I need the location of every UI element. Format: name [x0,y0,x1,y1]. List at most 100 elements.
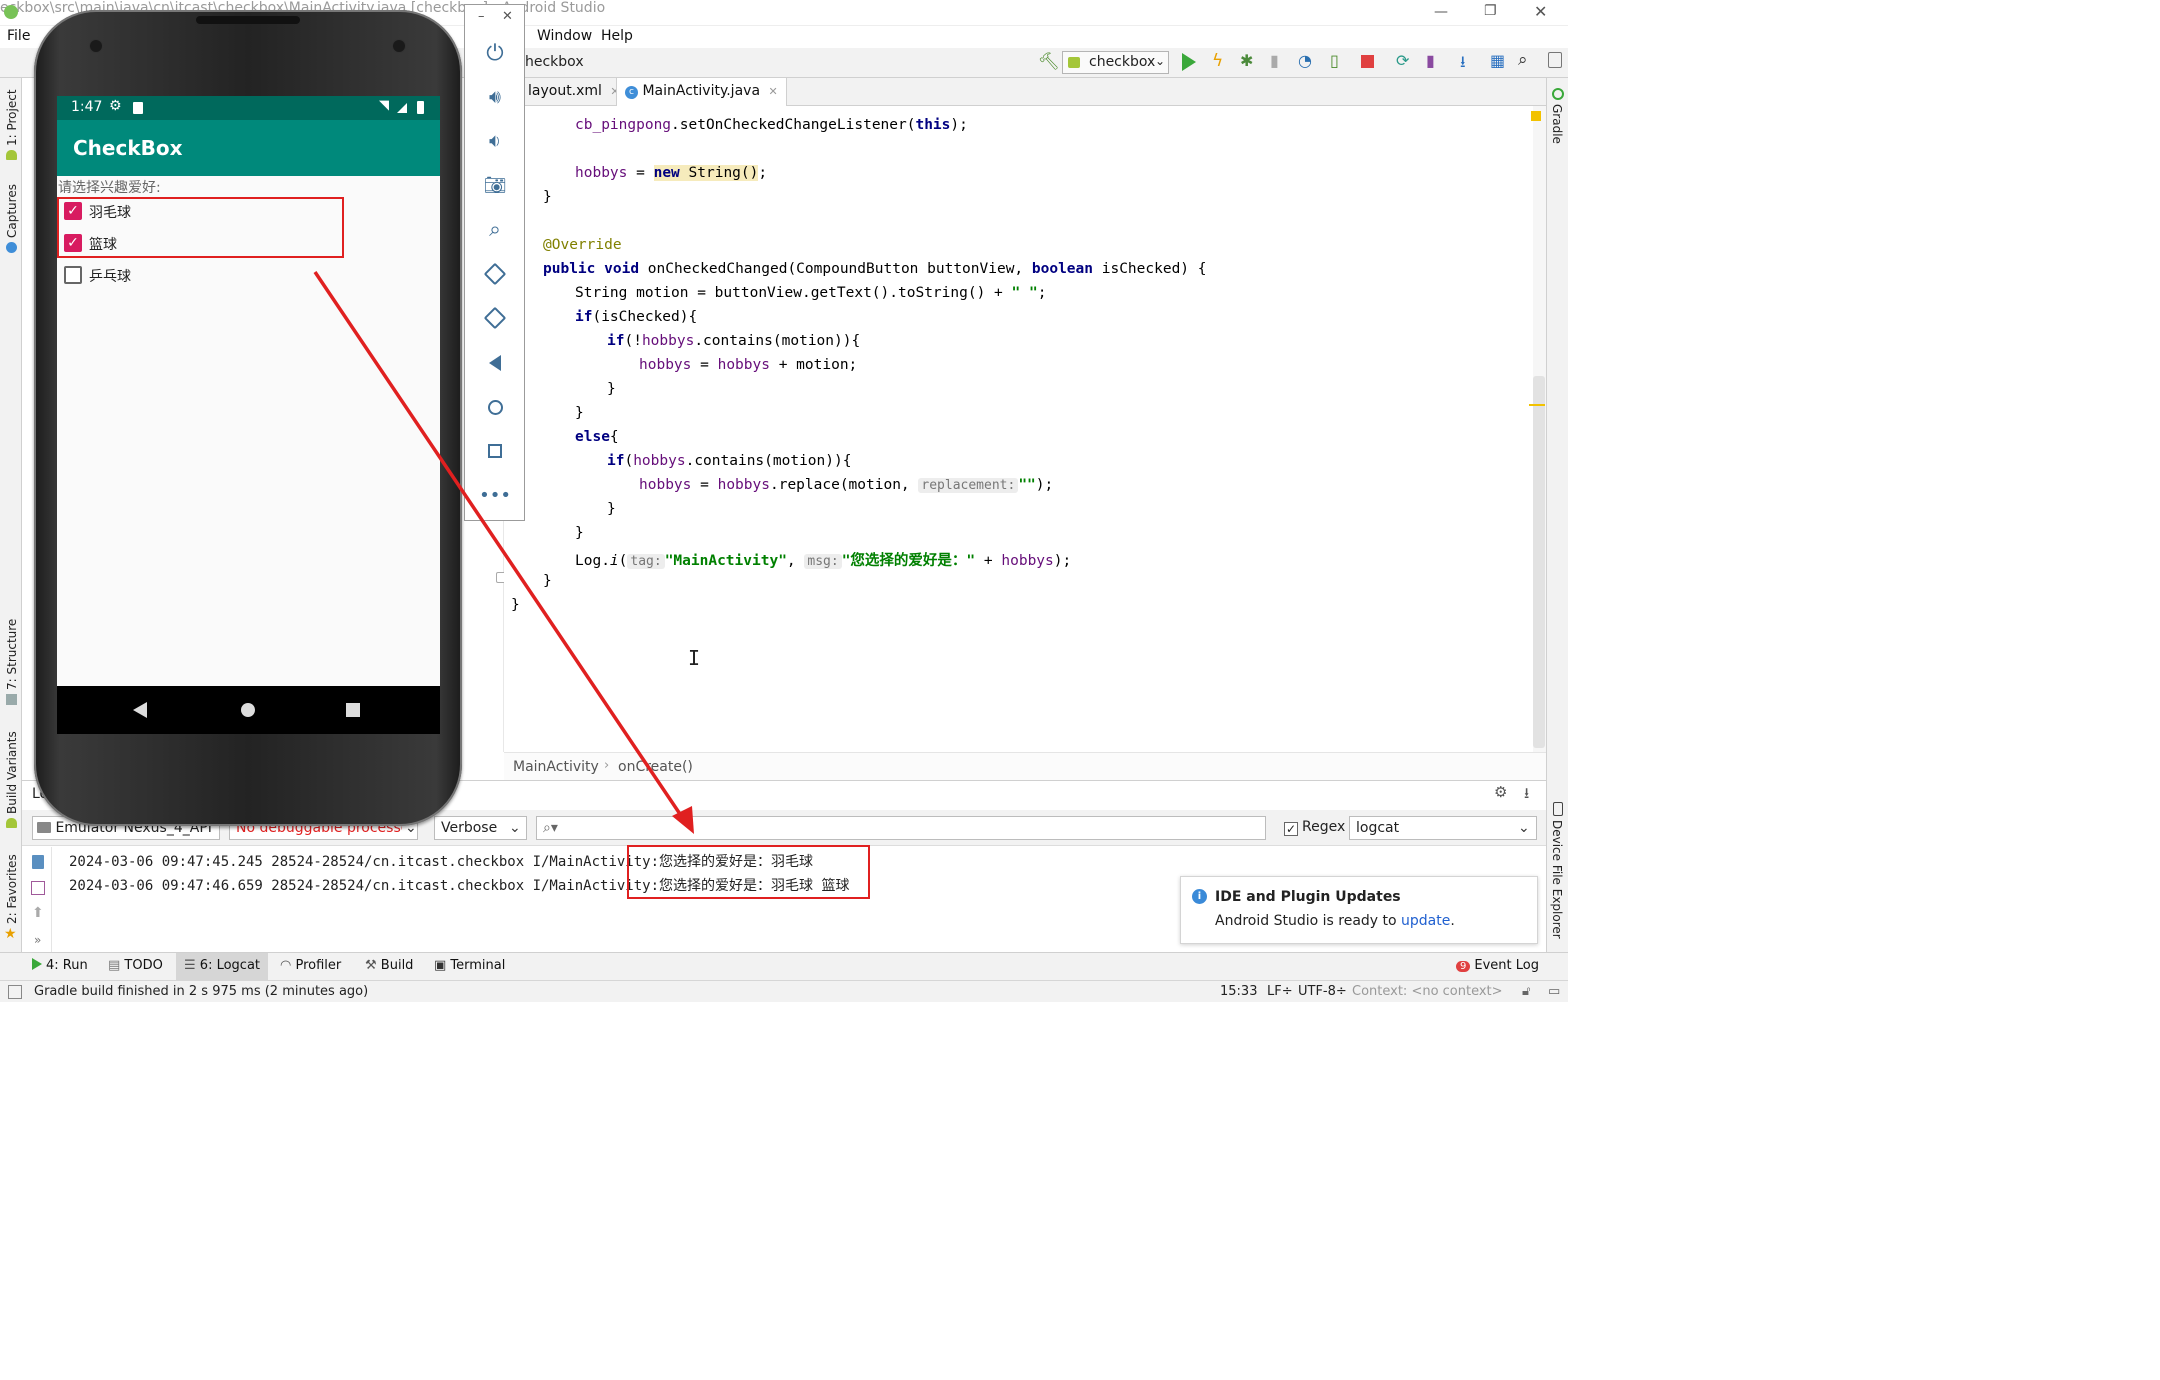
clear-logcat-icon[interactable] [32,855,44,869]
settings-icon: ⚙ [109,98,122,114]
rotate-left-icon[interactable] [483,262,507,286]
back-nav-icon[interactable] [133,702,147,718]
zoom-icon[interactable]: ⌕ [483,217,507,241]
event-log-tab[interactable]: 9 Event Log [1456,958,1539,973]
code-line: } [607,501,616,517]
layout-toggle-icon[interactable] [8,985,22,999]
chevron-down-icon: ⌄ [1155,54,1166,68]
update-notification[interactable]: i IDE and Plugin Updates Android Studio … [1180,876,1538,944]
breadcrumb-class[interactable]: MainActivity [513,759,599,775]
tab-label: layout.xml [528,83,602,99]
notification-body: Android Studio is ready to update. [1215,913,1455,929]
scroll-thumb[interactable] [1533,376,1545,748]
breadcrumb-method[interactable]: onCreate() [618,759,693,775]
update-link[interactable]: update [1401,913,1450,929]
avd-manager-icon[interactable]: ▮ [1426,51,1435,70]
attach-icon[interactable]: ▮ [1270,51,1279,70]
todo-tab[interactable]: ▤ TODO [108,958,163,973]
info-icon: i [1192,889,1207,904]
restore-icon[interactable]: ❐ [1484,3,1497,19]
search-icon: ⌕▾ [543,820,558,836]
apply-changes-icon[interactable]: ϟ [1212,51,1223,71]
menu-window[interactable]: Window [537,28,592,44]
close-tab-icon[interactable]: ✕ [768,85,777,98]
structure-panel-tab[interactable]: 7: Structure [5,619,19,690]
file-encoding[interactable]: UTF-8÷ [1298,984,1347,999]
overview-shape [488,444,502,458]
lock-icon[interactable]: 🔓︎ [1522,984,1530,999]
phone-nav-bar [57,686,440,734]
hobby-checkbox-pingpong[interactable] [64,266,82,284]
more-icon[interactable]: » [34,933,41,947]
rotate-shape [483,306,507,330]
tab-layout-xml[interactable]: layout.xml ✕ [520,78,628,106]
scroll-to-end-icon[interactable] [31,881,45,895]
home-nav-icon[interactable] [241,703,255,717]
minimize-icon[interactable]: — [1434,4,1448,20]
profile-icon[interactable]: ◔ [1298,51,1312,70]
back-icon[interactable] [483,351,507,375]
android-icon [6,818,17,828]
search-icon[interactable]: ⌕ [1518,50,1528,70]
assistant-icon[interactable] [1548,52,1562,68]
logcat-tab[interactable]: ☰ 6: Logcat [176,953,269,980]
favorites-panel-tab[interactable]: 2: Favorites [5,854,19,924]
home-icon[interactable] [483,395,507,419]
project-panel-tab[interactable]: 1: Project [5,89,19,146]
regex-checkbox[interactable]: ✓ [1284,822,1298,836]
menu-help[interactable]: Help [601,28,633,44]
code-editor[interactable]: cb_pingpong.setOnCheckedChangeListener(t… [504,106,1533,752]
log-level-select[interactable]: Verbose ⌄ [434,816,527,840]
camera-icon[interactable]: 📷︎ [483,173,507,197]
terminal-tab[interactable]: ▣ Terminal [434,958,505,973]
sdk-manager-icon[interactable]: ⭳ [1460,51,1466,78]
hammer-icon[interactable]: 🔨︎ [1038,52,1060,72]
debug-icon[interactable]: ✱ [1240,51,1253,70]
android-config-icon [1068,57,1080,68]
power-icon[interactable]: ⏻ [483,41,507,66]
line-separator[interactable]: LF÷ [1267,984,1293,999]
build-variants-panel-tab[interactable]: Build Variants [5,731,19,814]
editor-scrollbar[interactable] [1529,106,1546,752]
logcat-filter-select[interactable]: logcat ⌄ [1349,816,1537,840]
rotate-right-icon[interactable] [483,306,507,330]
volume-down-icon[interactable]: 🔉︎ [483,129,507,153]
recents-nav-icon[interactable] [346,703,360,717]
profiler-tab[interactable]: ◠ Profiler [280,958,341,973]
logcat-search-input[interactable] [567,818,1257,838]
build-tab[interactable]: ⚒ Build [365,958,413,973]
tab-main-activity[interactable]: c MainActivity.java ✕ [616,78,787,107]
sync-icon[interactable]: ⟳ [1396,51,1409,70]
memory-icon[interactable]: ▭ [1548,984,1560,999]
logcat-search-field[interactable]: ⌕▾ [536,816,1266,840]
run-config-label: checkbox [1089,54,1156,70]
up-arrow-icon[interactable]: ⬆ [32,905,44,921]
attach-debugger-icon[interactable]: ▯ [1330,51,1339,70]
run-icon[interactable] [1182,53,1196,71]
close-window-icon[interactable]: ✕ [1534,2,1547,21]
nav-crumb[interactable]: heckbox [525,54,584,70]
close-emulator-icon[interactable]: ✕ [502,9,513,24]
device-file-explorer-tab[interactable]: Device File Explorer [1550,820,1564,939]
logcat-side-tools: ⬆ » [22,847,52,953]
minimize-emulator-icon[interactable]: – [478,9,485,24]
caret-position[interactable]: 15:33 [1220,984,1257,999]
checked-hobbies-highlight [57,197,344,258]
stop-icon[interactable] [1361,55,1374,68]
rotate-shape [483,262,507,286]
run-config-select[interactable]: checkbox ⌄ [1062,51,1169,74]
project-structure-icon[interactable]: ▦ [1490,51,1505,70]
captures-panel-tab[interactable]: Captures [5,184,19,238]
hide-panel-icon[interactable]: ⭳ [1524,783,1529,808]
more-icon[interactable]: ••• [479,483,511,507]
editor-tabs: layout.xml ✕ c MainActivity.java ✕ [520,78,1547,107]
run-tab[interactable]: 4: Run [32,958,88,973]
gear-icon[interactable]: ⚙ [1494,783,1507,801]
volume-up-icon[interactable]: 🔊︎ [483,85,507,109]
log-level-label: Verbose [441,820,498,836]
java-class-icon: c [625,86,638,99]
overview-icon[interactable] [483,439,507,463]
front-camera [90,40,102,52]
menu-file[interactable]: File [7,28,30,44]
gradle-panel-tab[interactable]: Gradle [1550,104,1564,144]
